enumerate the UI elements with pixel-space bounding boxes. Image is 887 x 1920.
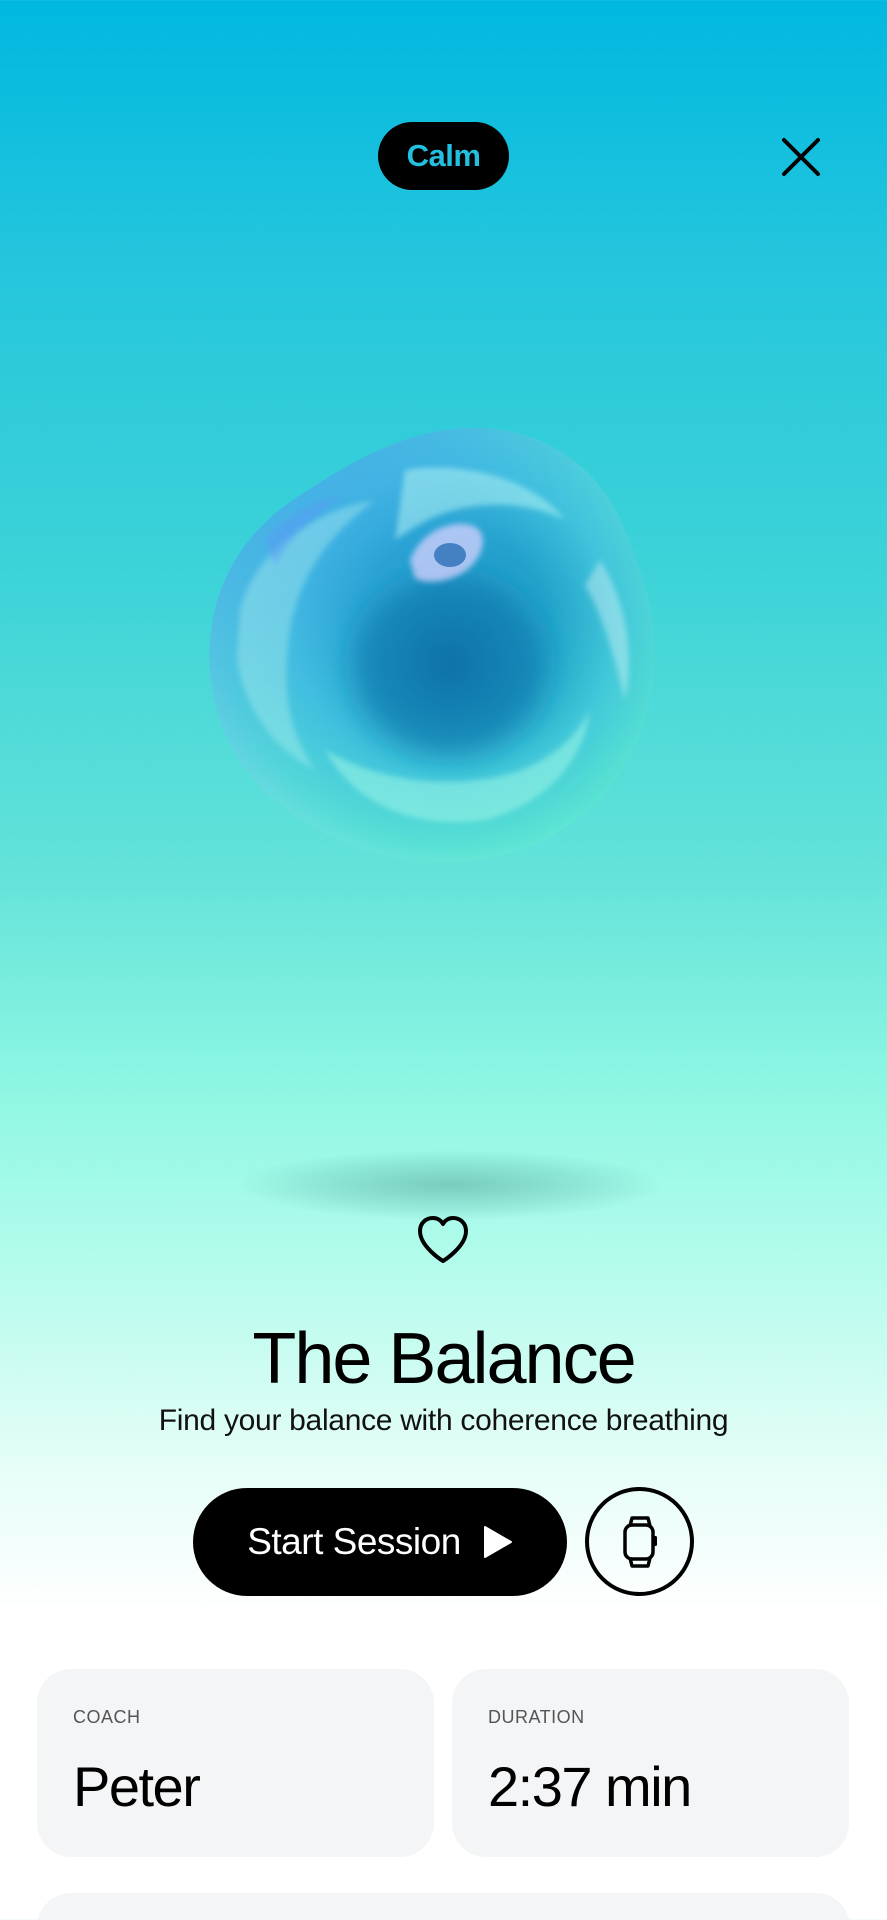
next-card — [37, 1893, 850, 1920]
close-icon[interactable] — [780, 136, 822, 178]
heart-outline-icon[interactable] — [416, 1215, 470, 1265]
exercise-subtitle: Find your balance with coherence breathi… — [158, 1404, 729, 1437]
play-icon — [483, 1526, 512, 1558]
duration-value: 2:37 min — [488, 1755, 692, 1818]
duration-label: DURATION — [488, 1707, 585, 1727]
coach-value: Peter — [73, 1755, 201, 1818]
category-tag: Calm — [378, 122, 509, 190]
coach-label: COACH — [73, 1707, 141, 1727]
coach-card: COACH Peter — [37, 1669, 434, 1857]
start-session-label: Start Session — [247, 1521, 461, 1562]
start-session-button[interactable]: Start Session — [193, 1488, 567, 1596]
watch-button[interactable] — [585, 1487, 694, 1596]
breathing-orb — [205, 420, 670, 870]
orb-shadow — [240, 1150, 660, 1220]
smartwatch-icon — [622, 1515, 657, 1568]
duration-card: DURATION 2:37 min — [452, 1669, 849, 1857]
exercise-title: The Balance — [252, 1319, 636, 1399]
